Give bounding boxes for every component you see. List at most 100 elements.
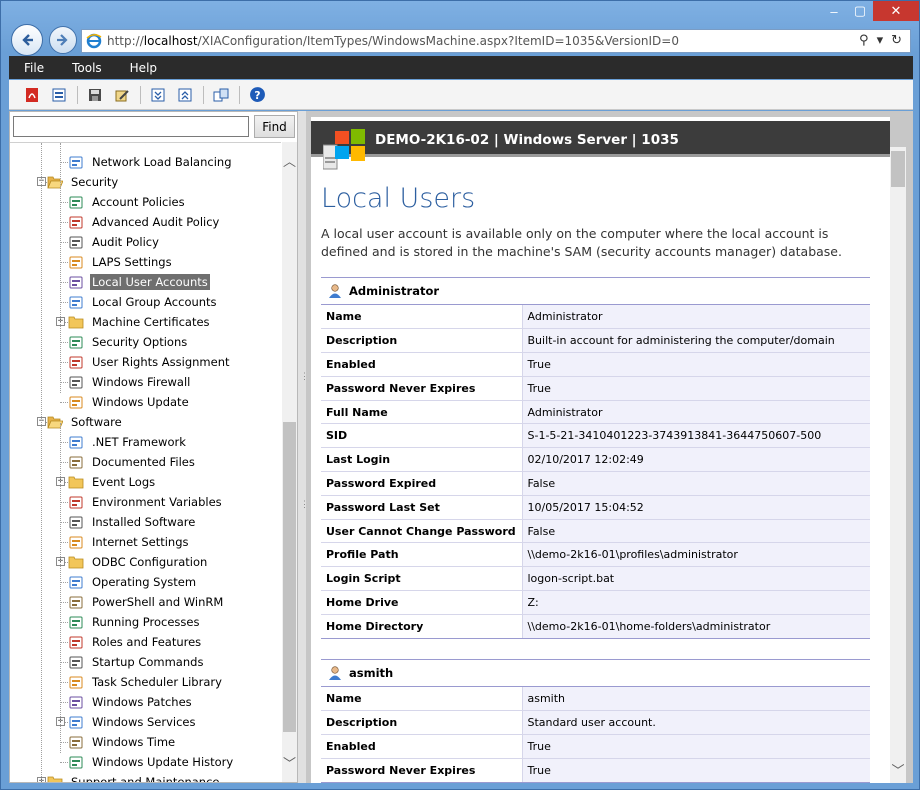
dotnet-icon	[68, 434, 84, 450]
tree-item[interactable]: Environment Variables	[68, 493, 224, 511]
tree-item[interactable]: Local User Accounts	[68, 273, 210, 291]
property-value: S-1-5-21-3410401223-3743913841-364475060…	[522, 423, 870, 449]
scroll-down-icon[interactable]: ﹀	[282, 754, 297, 771]
tree-item[interactable]: Account Policies	[68, 193, 187, 211]
minimize-button[interactable]: –	[821, 1, 847, 21]
tree-item[interactable]: Software	[47, 413, 124, 431]
property-row: Enabled True	[321, 352, 870, 377]
property-row: Description Built-in account for administ…	[321, 328, 870, 354]
property-row: Home Drive Z:	[321, 590, 870, 615]
menu-tools[interactable]: Tools	[57, 61, 115, 75]
find-button[interactable]: Find	[254, 115, 295, 138]
tree-item-label: Network Load Balancing	[92, 155, 232, 169]
tree-item[interactable]: Internet Settings	[68, 533, 191, 551]
tree-item-label: Windows Update	[92, 395, 189, 409]
report-header-title: DEMO-2K16-02 | Windows Server | 1035	[375, 132, 679, 148]
scroll-down-icon[interactable]: ﹀	[890, 761, 906, 778]
maximize-button[interactable]: ▢	[847, 1, 873, 21]
local-groups-icon	[68, 294, 84, 310]
browser-window: – ▢ ✕ http://localhost/XIAConfiguration/…	[0, 0, 920, 790]
property-row: Name asmith	[321, 687, 870, 712]
tree-item[interactable]: User Rights Assignment	[68, 353, 232, 371]
help-icon[interactable]: ?	[248, 86, 266, 104]
property-value: True	[522, 376, 870, 401]
tree-item[interactable]: Windows Patches	[68, 693, 194, 711]
tree-item[interactable]: Security	[47, 173, 120, 191]
tree-item[interactable]: Advanced Audit Policy	[68, 213, 221, 231]
tree-item[interactable]: ODBC Configuration	[68, 553, 209, 571]
tree-connector	[60, 702, 68, 703]
ie-page-icon	[86, 33, 102, 49]
tree-item[interactable]: Network Load Balancing	[68, 153, 234, 171]
tree-item-label: Software	[71, 415, 122, 429]
menu-help[interactable]: Help	[115, 61, 170, 75]
tree-item[interactable]: Security Options	[68, 333, 189, 351]
forward-button[interactable]	[49, 26, 77, 54]
collapse-all-icon[interactable]	[176, 86, 194, 104]
property-name: Profile Path	[321, 542, 523, 568]
tree-item[interactable]: Running Processes	[68, 613, 201, 631]
tree-item[interactable]: LAPS Settings	[68, 253, 174, 271]
tree-item[interactable]: Operating System	[68, 573, 198, 591]
roles-features-icon	[68, 634, 84, 650]
tree-item[interactable]: Installed Software	[68, 513, 197, 531]
tree-item[interactable]: Windows Time	[68, 733, 177, 751]
tree-item-label: Internet Settings	[92, 535, 189, 549]
pdf-export-icon[interactable]	[23, 86, 41, 104]
scroll-up-icon[interactable]: ︿	[282, 152, 297, 169]
tree-item[interactable]: Documented Files	[68, 453, 197, 471]
tree-item[interactable]: PowerShell and WinRM	[68, 593, 225, 611]
dropdown-icon[interactable]: ▾	[877, 33, 884, 48]
scrollbar-thumb[interactable]	[891, 151, 905, 187]
edit-icon[interactable]	[113, 86, 131, 104]
tree-item[interactable]: Machine Certificates	[68, 313, 212, 331]
url-host: localhost	[143, 34, 198, 48]
close-window-button[interactable]: ✕	[873, 1, 919, 21]
operating-system-icon	[68, 574, 84, 590]
tree-connector	[60, 442, 68, 443]
tree-scrollbar[interactable]: ︿ ﹀	[282, 142, 297, 782]
tree-item-label: Security	[71, 175, 119, 189]
property-value: False	[522, 519, 870, 544]
tree-item[interactable]: Startup Commands	[68, 653, 205, 671]
tree-item[interactable]: Task Scheduler Library	[68, 673, 224, 691]
tree-item-label: Local User Accounts	[90, 274, 210, 290]
folder-icon	[68, 554, 84, 570]
save-icon[interactable]	[86, 86, 104, 104]
pane-splitter[interactable]: ⋮ ⋮	[298, 111, 309, 783]
advanced-audit-policy-icon	[68, 214, 84, 230]
address-field[interactable]: http://localhost/XIAConfiguration/ItemTy…	[81, 29, 911, 53]
tree-item[interactable]: Support and Maintenance	[47, 773, 221, 782]
tree-item[interactable]: Windows Update	[68, 393, 191, 411]
menu-file[interactable]: File	[9, 61, 57, 75]
refresh-icon[interactable]: ↻	[891, 33, 902, 48]
expand-all-icon[interactable]	[149, 86, 167, 104]
tree-connector	[60, 602, 68, 603]
search-icon[interactable]: ⚲	[859, 33, 869, 48]
tree-guide-line	[60, 143, 61, 393]
windows-patches-icon	[68, 694, 84, 710]
user-icon	[329, 284, 341, 298]
property-row: Password Last Set 10/05/2017 15:04:52	[321, 495, 870, 520]
property-name: Home Directory	[321, 614, 523, 639]
firewall-icon	[68, 374, 84, 390]
tree-item[interactable]: Windows Services	[68, 713, 197, 731]
tree-item-label: ODBC Configuration	[92, 555, 208, 569]
tree-item[interactable]: Local Group Accounts	[68, 293, 219, 311]
tree-search-input[interactable]	[13, 116, 249, 137]
compare-icon[interactable]	[212, 86, 230, 104]
tree-item[interactable]: Event Logs	[68, 473, 157, 491]
tree-item[interactable]: Roles and Features	[68, 633, 203, 651]
svg-text:?: ?	[254, 89, 260, 102]
tree-item[interactable]: Windows Firewall	[68, 373, 192, 391]
tree-connector	[60, 642, 68, 643]
tree-item[interactable]: Audit Policy	[68, 233, 161, 251]
back-button[interactable]	[11, 24, 43, 56]
print-preview-icon[interactable]	[50, 86, 68, 104]
scrollbar-thumb[interactable]	[283, 422, 296, 732]
tree-item-label: Installed Software	[92, 515, 196, 529]
tree-item[interactable]: Windows Update History	[68, 753, 235, 771]
tree-item-label: Support and Maintenance	[71, 775, 220, 782]
tree-item[interactable]: .NET Framework	[68, 433, 188, 451]
content-scrollbar[interactable]: ﹀	[890, 147, 906, 783]
